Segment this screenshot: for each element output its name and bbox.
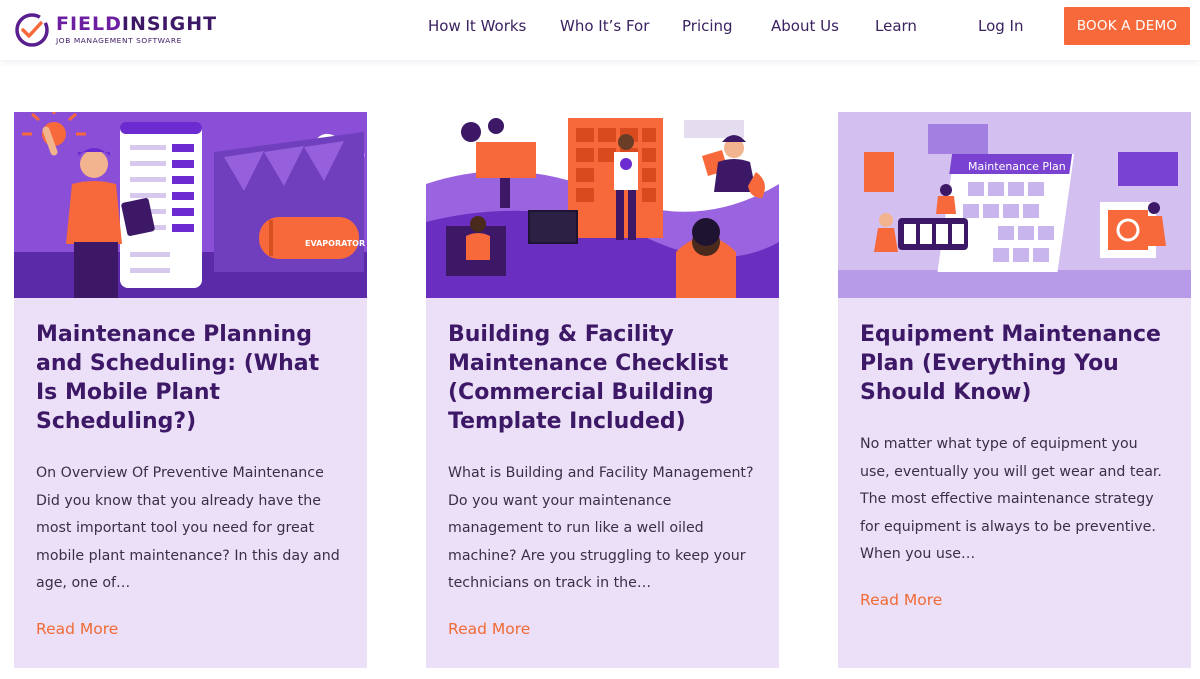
logo-name: FIELDINSIGHT — [56, 15, 217, 34]
nav-learn[interactable]: Learn — [875, 17, 917, 35]
article-card-1: EVAPORATOR Maintenance Planning and Sche… — [14, 112, 367, 668]
logo-text: FIELDINSIGHT JOB MANAGEMENT SOFTWARE — [56, 15, 217, 46]
maintenance-plan-label: Maintenance Plan — [968, 160, 1066, 173]
nav-log-in[interactable]: Log In — [978, 17, 1024, 35]
article-image-2[interactable] — [426, 112, 779, 298]
nav-pricing[interactable]: Pricing — [682, 17, 733, 35]
article-image-3[interactable]: Maintenance Plan — [838, 112, 1191, 298]
read-more-link-2[interactable]: Read More — [448, 620, 530, 638]
article-title-3[interactable]: Equipment Maintenance Plan (Everything Y… — [860, 320, 1169, 407]
logo-mark-icon — [15, 13, 49, 47]
article-card-3: Maintenance Plan Equipment Maintenance P… — [838, 112, 1191, 668]
nav-about-us[interactable]: About Us — [771, 17, 839, 35]
evaporator-label: EVAPORATOR — [305, 239, 365, 248]
illustration-maintenance-plan: Maintenance Plan — [838, 112, 1191, 298]
logo-name-field: FIELD — [56, 13, 122, 36]
article-image-1[interactable]: EVAPORATOR — [14, 112, 367, 298]
site-header: FIELDINSIGHT JOB MANAGEMENT SOFTWARE How… — [0, 0, 1200, 60]
brand-logo[interactable]: FIELDINSIGHT JOB MANAGEMENT SOFTWARE — [14, 8, 217, 52]
read-more-link-1[interactable]: Read More — [36, 620, 118, 638]
illustration-technician-evaporator: EVAPORATOR — [14, 112, 367, 298]
logo-name-insight: INSIGHT — [121, 13, 218, 36]
nav-how-it-works[interactable]: How It Works — [428, 17, 526, 35]
article-excerpt-3: No matter what type of equipment you use… — [860, 436, 1162, 563]
logo-tagline: JOB MANAGEMENT SOFTWARE — [56, 36, 182, 46]
article-card-2: Building & Facility Maintenance Checklis… — [426, 112, 779, 668]
read-more-link-3[interactable]: Read More — [860, 591, 942, 609]
nav-who-its-for[interactable]: Who It’s For — [560, 17, 649, 35]
article-excerpt-1: On Overview Of Preventive Maintenance Di… — [36, 465, 340, 592]
article-excerpt-2: What is Building and Facility Management… — [448, 465, 754, 592]
article-title-2[interactable]: Building & Facility Maintenance Checklis… — [448, 320, 757, 436]
book-demo-button[interactable]: BOOK A DEMO — [1064, 7, 1190, 45]
illustration-facility-team — [426, 112, 779, 298]
article-title-1[interactable]: Maintenance Planning and Scheduling: (Wh… — [36, 320, 345, 436]
